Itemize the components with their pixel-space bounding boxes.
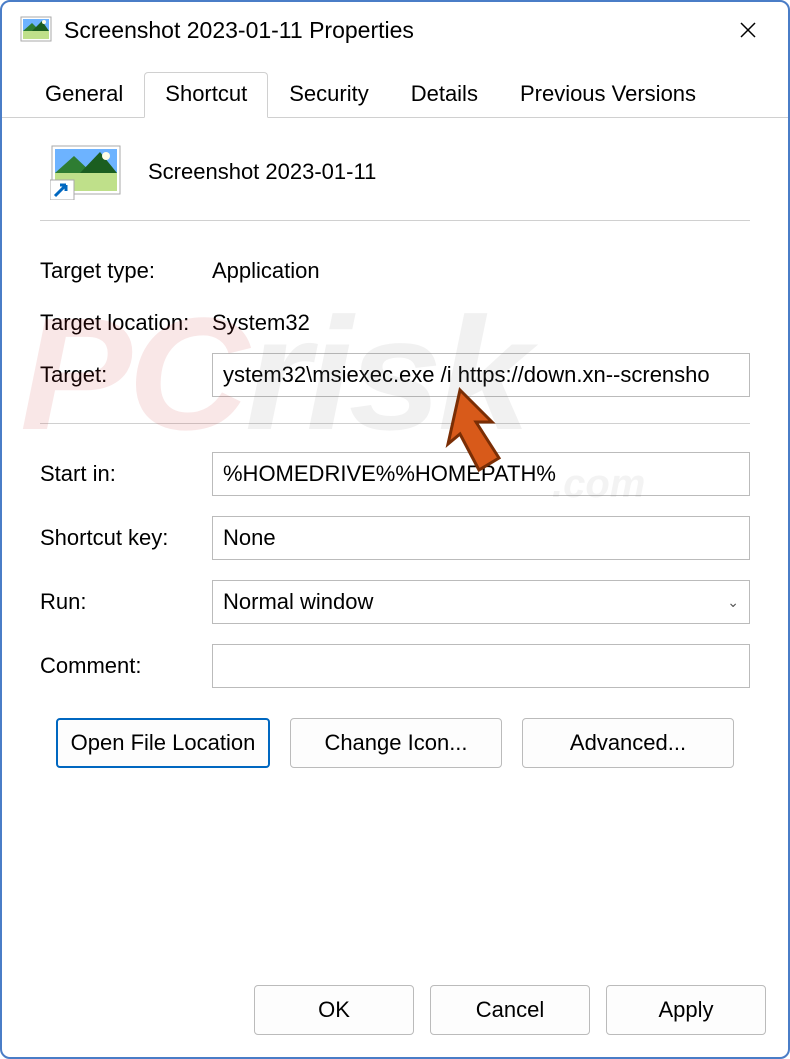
close-button[interactable] xyxy=(726,12,770,48)
open-file-location-button[interactable]: Open File Location xyxy=(56,718,270,768)
tab-strip: General Shortcut Security Details Previo… xyxy=(2,56,788,118)
file-icon xyxy=(20,14,52,46)
label-comment: Comment: xyxy=(40,653,212,679)
tab-details[interactable]: Details xyxy=(390,72,499,118)
value-target-location: System32 xyxy=(212,310,310,336)
dialog-footer: OK Cancel Apply xyxy=(2,969,788,1057)
tab-previous-versions[interactable]: Previous Versions xyxy=(499,72,717,118)
label-shortcut-key: Shortcut key: xyxy=(40,525,212,551)
label-target-type: Target type: xyxy=(40,258,212,284)
target-input[interactable] xyxy=(212,353,750,397)
run-select-value: Normal window xyxy=(223,589,373,615)
cancel-button[interactable]: Cancel xyxy=(430,985,590,1035)
label-target-location: Target location: xyxy=(40,310,212,336)
row-run: Run: Normal window ⌄ xyxy=(40,576,750,628)
tab-general[interactable]: General xyxy=(24,72,144,118)
window-title: Screenshot 2023-01-11 Properties xyxy=(64,17,726,44)
shortcut-header: Screenshot 2023-01-11 xyxy=(40,138,750,221)
value-target-type: Application xyxy=(212,258,320,284)
advanced-button[interactable]: Advanced... xyxy=(522,718,734,768)
row-target-location: Target location: System32 xyxy=(40,297,750,349)
ok-button[interactable]: OK xyxy=(254,985,414,1035)
tab-security[interactable]: Security xyxy=(268,72,389,118)
chevron-down-icon: ⌄ xyxy=(727,594,739,611)
titlebar: Screenshot 2023-01-11 Properties xyxy=(2,2,788,56)
tab-content: Screenshot 2023-01-11 Target type: Appli… xyxy=(2,118,788,969)
run-select[interactable]: Normal window ⌄ xyxy=(212,580,750,624)
shortcut-file-icon xyxy=(50,144,122,200)
row-target: Target: xyxy=(40,349,750,401)
action-buttons: Open File Location Change Icon... Advanc… xyxy=(40,692,750,768)
properties-dialog: Screenshot 2023-01-11 Properties General… xyxy=(0,0,790,1059)
row-comment: Comment: xyxy=(40,640,750,692)
tab-shortcut[interactable]: Shortcut xyxy=(144,72,268,118)
row-shortcut-key: Shortcut key: xyxy=(40,512,750,564)
change-icon-button[interactable]: Change Icon... xyxy=(290,718,502,768)
label-start-in: Start in: xyxy=(40,461,212,487)
row-start-in: Start in: xyxy=(40,448,750,500)
apply-button[interactable]: Apply xyxy=(606,985,766,1035)
comment-input[interactable] xyxy=(212,644,750,688)
shortcut-name: Screenshot 2023-01-11 xyxy=(148,159,376,185)
label-target: Target: xyxy=(40,362,212,388)
label-run: Run: xyxy=(40,589,212,615)
row-target-type: Target type: Application xyxy=(40,245,750,297)
shortcut-key-input[interactable] xyxy=(212,516,750,560)
start-in-input[interactable] xyxy=(212,452,750,496)
